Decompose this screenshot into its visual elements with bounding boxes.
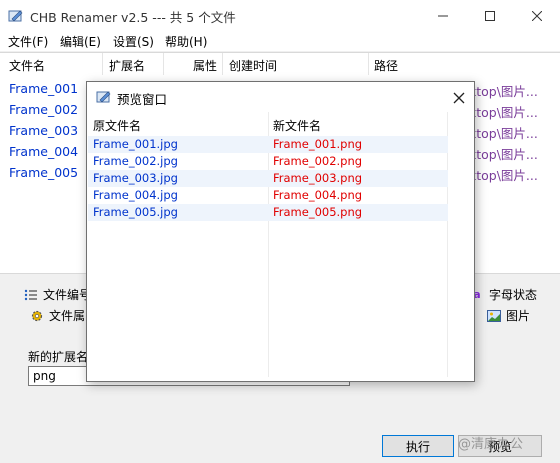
original-filename: Frame_004.jpg — [93, 188, 178, 202]
column-header-extension[interactable]: 扩展名 — [109, 57, 145, 74]
new-filename: Frame_002.png — [273, 154, 363, 168]
list-item[interactable]: Frame_003.jpg Frame_003.png — [88, 170, 448, 187]
original-filename: Frame_002.jpg — [93, 154, 178, 168]
row-path: ktop\图片... — [469, 105, 538, 120]
app-icon — [8, 10, 23, 22]
maximize-button[interactable] — [467, 0, 513, 31]
close-icon — [453, 92, 465, 104]
column-header-original-name[interactable]: 原文件名 — [93, 117, 141, 134]
original-filename: Frame_005.jpg — [93, 205, 178, 219]
original-filename: Frame_003.jpg — [93, 171, 178, 185]
row-filename: Frame_004 — [9, 144, 79, 159]
option-picture-label: 图片 — [506, 309, 531, 323]
row-filename: Frame_005 — [9, 165, 79, 180]
new-filename: Frame_005.png — [273, 205, 363, 219]
column-header-new-name[interactable]: 新文件名 — [273, 117, 321, 134]
close-icon — [532, 10, 542, 21]
menu-file[interactable]: 文件(F) — [8, 33, 48, 50]
menu-edit[interactable]: 编辑(E) — [60, 33, 101, 50]
picture-icon — [487, 309, 501, 323]
new-filename: Frame_004.png — [273, 188, 363, 202]
option-file-attribute[interactable]: 文件属 — [30, 307, 85, 324]
row-filename: Frame_003 — [9, 123, 79, 138]
option-letter-case[interactable]: a 字母状态 — [470, 286, 537, 303]
minimize-icon — [438, 15, 448, 16]
maximize-icon — [485, 10, 495, 21]
row-path: ktop\图片... — [469, 168, 538, 183]
option-letter-case-label: 字母状态 — [489, 288, 538, 302]
row-path: ktop\图片... — [469, 84, 538, 99]
numbered-list-icon — [24, 288, 38, 302]
minimize-button[interactable] — [420, 0, 466, 31]
list-item[interactable]: Frame_004.jpg Frame_004.png — [88, 187, 448, 204]
option-picture[interactable]: 图片 — [487, 307, 530, 324]
menu-bar: 文件(F) 编辑(E) 设置(S) 帮助(H) — [0, 31, 560, 51]
close-button[interactable] — [514, 0, 560, 31]
window-title: CHB Renamer v2.5 --- 共 5 个文件 — [30, 10, 236, 25]
extension-label: 新的扩展名 — [28, 350, 89, 364]
column-divider — [163, 53, 164, 75]
row-path: ktop\图片... — [469, 147, 538, 162]
new-filename: Frame_001.png — [273, 137, 363, 151]
column-divider — [102, 53, 103, 75]
option-file-attribute-label: 文件属 — [49, 309, 86, 323]
column-header-filename[interactable]: 文件名 — [9, 57, 45, 74]
app-icon — [96, 91, 111, 103]
preview-button[interactable]: 预览 — [458, 435, 542, 457]
column-header-created[interactable]: 创建时间 — [229, 57, 277, 74]
column-header-path[interactable]: 路径 — [374, 57, 398, 74]
gear-icon — [30, 309, 44, 323]
row-filename: Frame_001 — [9, 81, 79, 96]
list-item[interactable]: Frame_005.jpg Frame_005.png — [88, 204, 448, 221]
column-header-attribute[interactable]: 属性 — [193, 57, 217, 74]
new-filename: Frame_003.png — [273, 171, 363, 185]
option-file-number[interactable]: 文件编号 — [24, 286, 91, 303]
preview-dialog: 预览窗口 原文件名 新文件名 Frame_001.jpg Frame_001.p… — [86, 81, 475, 382]
column-divider — [222, 53, 223, 75]
list-item[interactable]: Frame_001.jpg Frame_001.png — [88, 136, 448, 153]
title-bar: CHB Renamer v2.5 --- 共 5 个文件 — [0, 0, 560, 31]
preview-list[interactable]: 原文件名 新文件名 Frame_001.jpg Frame_001.png Fr… — [88, 112, 448, 377]
original-filename: Frame_001.jpg — [93, 137, 178, 151]
menu-help[interactable]: 帮助(H) — [165, 33, 207, 50]
dialog-title: 预览窗口 — [117, 92, 168, 107]
row-filename: Frame_002 — [9, 102, 79, 117]
run-button[interactable]: 执行 — [382, 435, 454, 457]
option-file-number-label: 文件编号 — [43, 288, 92, 302]
row-path: ktop\图片... — [469, 126, 538, 141]
list-item[interactable]: Frame_002.jpg Frame_002.png — [88, 153, 448, 170]
dialog-close-button[interactable] — [449, 88, 469, 108]
menu-settings[interactable]: 设置(S) — [113, 33, 154, 50]
column-divider — [368, 53, 369, 75]
